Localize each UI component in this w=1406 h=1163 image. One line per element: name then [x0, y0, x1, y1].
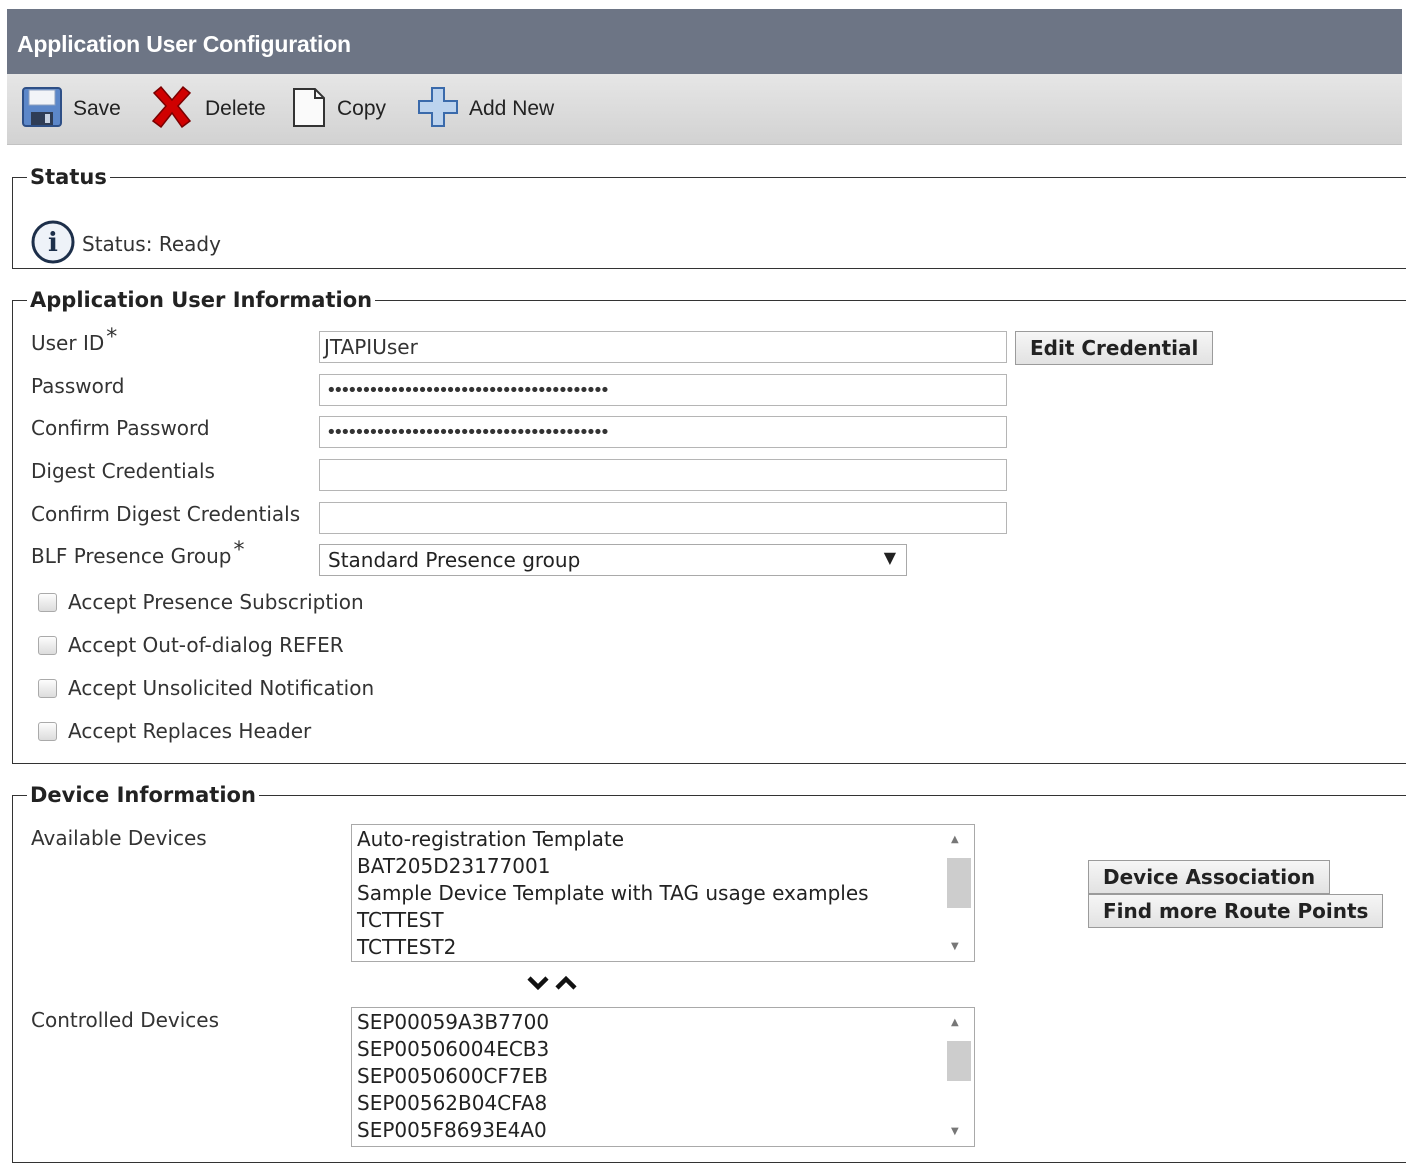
device-information-legend: Device Information — [30, 783, 256, 807]
checkbox-label: Accept Unsolicited Notification — [68, 676, 375, 700]
application-user-legend: Application User Information — [30, 288, 373, 312]
delete-label: Delete — [205, 97, 266, 120]
blf-presence-group-select[interactable]: Standard Presence group ▼ — [319, 544, 907, 576]
scrollbar-thumb[interactable] — [947, 1041, 971, 1081]
list-item[interactable]: Auto-registration Template — [357, 826, 869, 853]
confirm-password-label: Confirm Password — [31, 416, 210, 440]
device-association-button[interactable]: Device Association — [1088, 860, 1331, 894]
accept-unsolicited-notification-checkbox[interactable] — [38, 678, 57, 698]
confirm-password-field[interactable]: •••••••••••••••••••••••••••••••••••••••• — [319, 416, 1007, 448]
delete-button[interactable]: Delete — [149, 74, 266, 144]
add-new-label: Add New — [469, 97, 555, 120]
available-devices-listbox[interactable]: Auto-registration Template BAT205D231770… — [351, 824, 975, 962]
checkbox-label: Accept Presence Subscription — [68, 590, 364, 614]
digest-credentials-field[interactable] — [319, 459, 1007, 491]
controlled-devices-label: Controlled Devices — [31, 1008, 220, 1032]
page-title: Application User Configuration — [17, 31, 351, 57]
plus-icon — [417, 86, 459, 132]
dropdown-arrow-icon: ▼ — [883, 548, 896, 567]
svg-text:i: i — [48, 228, 58, 258]
title-bar: Application User Configuration — [7, 9, 1402, 74]
required-marker: * — [233, 538, 245, 563]
scroll-up-arrow-icon[interactable]: ▲ — [951, 834, 959, 845]
list-item[interactable]: SEP00059A3B7700 — [357, 1009, 549, 1036]
available-devices-list: Auto-registration Template BAT205D231770… — [357, 826, 869, 961]
toolbar: Save Delete Copy Add New — [7, 74, 1402, 145]
required-marker: * — [106, 325, 118, 350]
list-item[interactable]: SEP00562B04CFA8 — [357, 1090, 549, 1117]
user-id-label-text: User ID — [31, 331, 105, 355]
accept-out-of-dialog-refer-row: Accept Out-of-dialog REFER — [38, 633, 344, 657]
accept-presence-subscription-row: Accept Presence Subscription — [38, 590, 364, 614]
scrollbar[interactable]: ▲ ▼ — [945, 1009, 973, 1145]
scroll-down-arrow-icon[interactable]: ▼ — [951, 941, 959, 952]
status-legend: Status — [30, 165, 107, 189]
list-item[interactable]: TCTTEST — [357, 907, 869, 934]
floppy-disk-icon — [21, 86, 63, 132]
scrollbar[interactable]: ▲ ▼ — [945, 826, 973, 960]
list-item[interactable]: Sample Device Template with TAG usage ex… — [357, 880, 869, 907]
blf-presence-group-label: BLF Presence Group* — [31, 538, 244, 569]
scrollbar-thumb[interactable] — [947, 858, 971, 908]
controlled-devices-listbox[interactable]: SEP00059A3B7700 SEP00506004ECB3 SEP00506… — [351, 1007, 975, 1147]
password-label: Password — [31, 374, 125, 398]
confirm-digest-credentials-label: Confirm Digest Credentials — [31, 502, 301, 526]
password-value: •••••••••••••••••••••••••••••••••••••••• — [326, 380, 610, 401]
red-x-icon — [149, 84, 195, 134]
controlled-devices-list: SEP00059A3B7700 SEP00506004ECB3 SEP00506… — [357, 1009, 549, 1144]
accept-unsolicited-notification-row: Accept Unsolicited Notification — [38, 676, 374, 700]
info-icon: i — [30, 219, 76, 269]
accept-presence-subscription-checkbox[interactable] — [38, 592, 57, 612]
status-text: Status: Ready — [82, 232, 221, 256]
scroll-up-arrow-icon[interactable]: ▲ — [951, 1017, 959, 1028]
save-label: Save — [73, 97, 121, 120]
user-id-value: JTAPIUser — [324, 335, 418, 359]
move-arrows — [526, 973, 578, 997]
chevron-down-icon[interactable] — [526, 973, 550, 997]
checkbox-label: Accept Out-of-dialog REFER — [68, 633, 344, 657]
blf-presence-group-value: Standard Presence group — [328, 548, 581, 572]
confirm-digest-credentials-field[interactable] — [319, 502, 1007, 534]
add-new-button[interactable]: Add New — [417, 74, 554, 144]
user-id-field[interactable]: JTAPIUser — [319, 331, 1007, 363]
available-devices-label: Available Devices — [31, 826, 207, 850]
copy-button[interactable]: Copy — [291, 74, 386, 144]
list-item[interactable]: BAT205D23177001 — [357, 853, 869, 880]
copy-label: Copy — [337, 97, 387, 120]
document-icon — [291, 86, 327, 132]
status-row: i Status: Ready — [30, 219, 221, 269]
user-id-label: User ID* — [31, 325, 117, 356]
accept-replaces-header-checkbox[interactable] — [38, 721, 57, 741]
accept-out-of-dialog-refer-checkbox[interactable] — [38, 635, 57, 655]
edit-credential-button[interactable]: Edit Credential — [1015, 331, 1214, 365]
chevron-up-icon[interactable] — [554, 973, 578, 997]
status-section: Status i Status: Ready — [12, 165, 1406, 269]
find-more-route-points-button[interactable]: Find more Route Points — [1088, 894, 1384, 928]
checkbox-label: Accept Replaces Header — [68, 719, 312, 743]
list-item[interactable]: TCTTEST2 — [357, 934, 869, 961]
accept-replaces-header-row: Accept Replaces Header — [38, 719, 311, 743]
list-item[interactable]: SEP00506004ECB3 — [357, 1036, 549, 1063]
save-button[interactable]: Save — [21, 74, 121, 144]
digest-credentials-label: Digest Credentials — [31, 459, 215, 483]
blf-presence-group-label-text: BLF Presence Group — [31, 544, 232, 568]
scroll-down-arrow-icon[interactable]: ▼ — [951, 1126, 959, 1137]
list-item[interactable]: SEP0050600CF7EB — [357, 1063, 549, 1090]
confirm-password-value: •••••••••••••••••••••••••••••••••••••••• — [326, 422, 610, 443]
password-field[interactable]: •••••••••••••••••••••••••••••••••••••••• — [319, 374, 1007, 406]
